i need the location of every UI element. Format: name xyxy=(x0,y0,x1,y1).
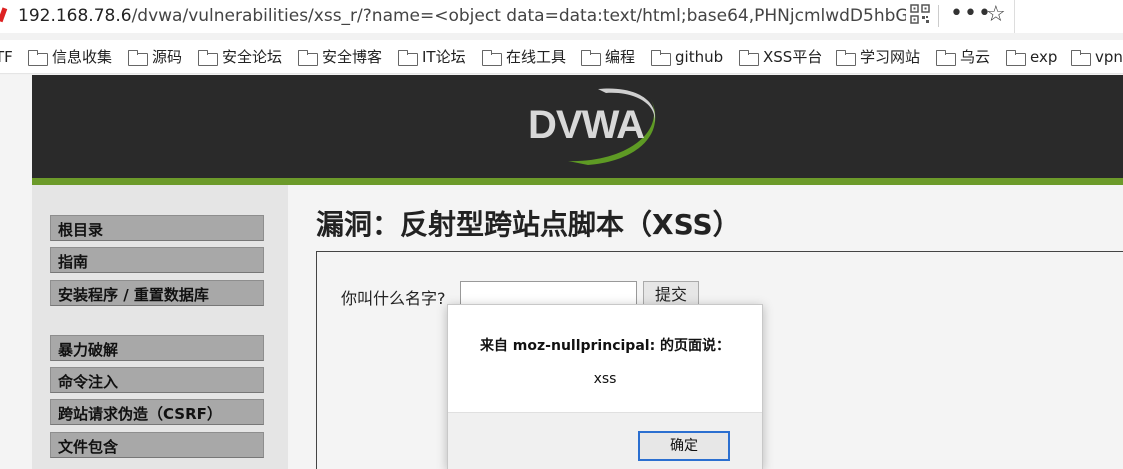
bookmark-label: 在线工具 xyxy=(506,48,567,66)
bookmark-label: 编程 xyxy=(605,48,636,66)
folder-icon xyxy=(298,50,318,66)
name-label: 你叫什么名字? xyxy=(341,289,446,308)
bookmark-folder-source[interactable]: 源码 xyxy=(128,47,182,67)
folder-icon xyxy=(28,50,48,66)
bookmark-folder-programming[interactable]: 编程 xyxy=(581,47,635,67)
insecure-connection-icon[interactable] xyxy=(0,6,10,24)
alert-title: 来自 moz-nullprincipal: 的页面说： xyxy=(479,338,731,354)
bookmark-label: exp xyxy=(1030,48,1058,66)
menu-item-brute-force[interactable]: 暴力破解 xyxy=(50,335,264,361)
menu-item-label: 指南 xyxy=(58,253,89,271)
folder-icon xyxy=(482,50,502,66)
bookmark-folder-security-forum[interactable]: 安全论坛 xyxy=(198,47,282,67)
bookmark-label: 学习网站 xyxy=(860,48,921,66)
bookmark-label: 安全论坛 xyxy=(222,48,283,66)
folder-icon xyxy=(739,50,759,66)
folder-icon xyxy=(198,50,218,66)
bookmark-folder-security-blog[interactable]: 安全博客 xyxy=(298,47,382,67)
bookmark-folder-xss-platform[interactable]: XSS平台 xyxy=(739,47,822,67)
bookmark-folder-online-tools[interactable]: 在线工具 xyxy=(482,47,566,67)
header-accent-bar xyxy=(32,178,1123,185)
menu-item-setup[interactable]: 安装程序 / 重置数据库 xyxy=(50,280,264,306)
bookmark-folder-github[interactable]: github xyxy=(651,47,723,67)
alert-dialog: 来自 moz-nullprincipal: 的页面说： xss 确定 xyxy=(447,304,763,469)
bookmark-folder-info-gathering[interactable]: 信息收集 xyxy=(28,47,112,67)
bookmark-label: 源码 xyxy=(152,48,183,66)
menu-item-label: 文件包含 xyxy=(58,438,119,456)
bookmark-label: vpn xyxy=(1095,48,1123,66)
folder-icon xyxy=(651,50,671,66)
bookmark-folder-it-forum[interactable]: IT论坛 xyxy=(398,47,466,67)
url-path: /dvwa/vulnerabilities/xss_r/?name=<objec… xyxy=(131,6,906,26)
folder-icon xyxy=(128,50,148,66)
dvwa-header: DVWA xyxy=(32,75,1123,185)
alert-message: xss xyxy=(593,371,617,387)
bookmark-star-icon[interactable]: ☆ xyxy=(986,2,1006,27)
menu-item-home[interactable]: 根目录 xyxy=(50,215,264,241)
qr-code-icon[interactable] xyxy=(910,4,930,24)
menu-item-label: 跨站请求伪造（CSRF） xyxy=(58,405,222,423)
bookmark-label: github xyxy=(675,48,724,66)
urlbar-divider xyxy=(938,5,939,27)
menu-item-instructions[interactable]: 指南 xyxy=(50,247,264,273)
folder-icon xyxy=(836,50,856,66)
urlbar-edge xyxy=(1014,0,1015,33)
bookmark-label: 安全博客 xyxy=(322,48,383,66)
menu-item-csrf[interactable]: 跨站请求伪造（CSRF） xyxy=(50,399,264,425)
bookmark-tf[interactable]: TF xyxy=(0,47,13,67)
menu-item-label: 暴力破解 xyxy=(58,341,119,359)
folder-icon xyxy=(398,50,418,66)
menu-item-label: 根目录 xyxy=(58,221,104,239)
bookmark-folder-exp[interactable]: exp xyxy=(1006,47,1057,67)
bookmark-folder-learning[interactable]: 学习网站 xyxy=(836,47,920,67)
bookmark-folder-vpn[interactable]: vpn xyxy=(1071,47,1123,67)
page-gutter xyxy=(0,75,32,469)
menu-item-label: 命令注入 xyxy=(58,373,119,391)
folder-icon xyxy=(1071,50,1091,66)
menu-item-file-inclusion[interactable]: 文件包含 xyxy=(50,432,264,458)
menu-item-label: 安装程序 / 重置数据库 xyxy=(58,286,209,304)
dvwa-logo: DVWA xyxy=(528,83,668,171)
url-text[interactable]: 192.168.78.6/dvwa/vulnerabilities/xss_r/… xyxy=(18,5,906,27)
page-title: 漏洞：反射型跨站点脚本（XSS） xyxy=(316,208,741,241)
url-host: 192.168.78.6 xyxy=(18,6,132,26)
menu-item-command-injection[interactable]: 命令注入 xyxy=(50,367,264,393)
alert-footer: 确定 xyxy=(448,412,762,469)
logo-text: DVWA xyxy=(528,103,645,147)
bookmarks-toolbar: TF 信息收集 源码 安全论坛 安全博客 IT论坛 在线工具 编程 github… xyxy=(0,40,1123,74)
bookmark-label: IT论坛 xyxy=(422,48,466,66)
folder-icon xyxy=(581,50,601,66)
bookmark-label: TF xyxy=(0,48,13,66)
bookmark-folder-wooyun[interactable]: 乌云 xyxy=(936,47,990,67)
folder-icon xyxy=(1006,50,1026,66)
folder-icon xyxy=(936,50,956,66)
bookmark-label: 乌云 xyxy=(960,48,991,66)
alert-ok-button[interactable]: 确定 xyxy=(638,431,730,461)
address-bar[interactable]: 192.168.78.6/dvwa/vulnerabilities/xss_r/… xyxy=(0,0,1123,33)
bookmark-label: 信息收集 xyxy=(52,48,113,66)
bookmark-label: XSS平台 xyxy=(763,48,823,66)
